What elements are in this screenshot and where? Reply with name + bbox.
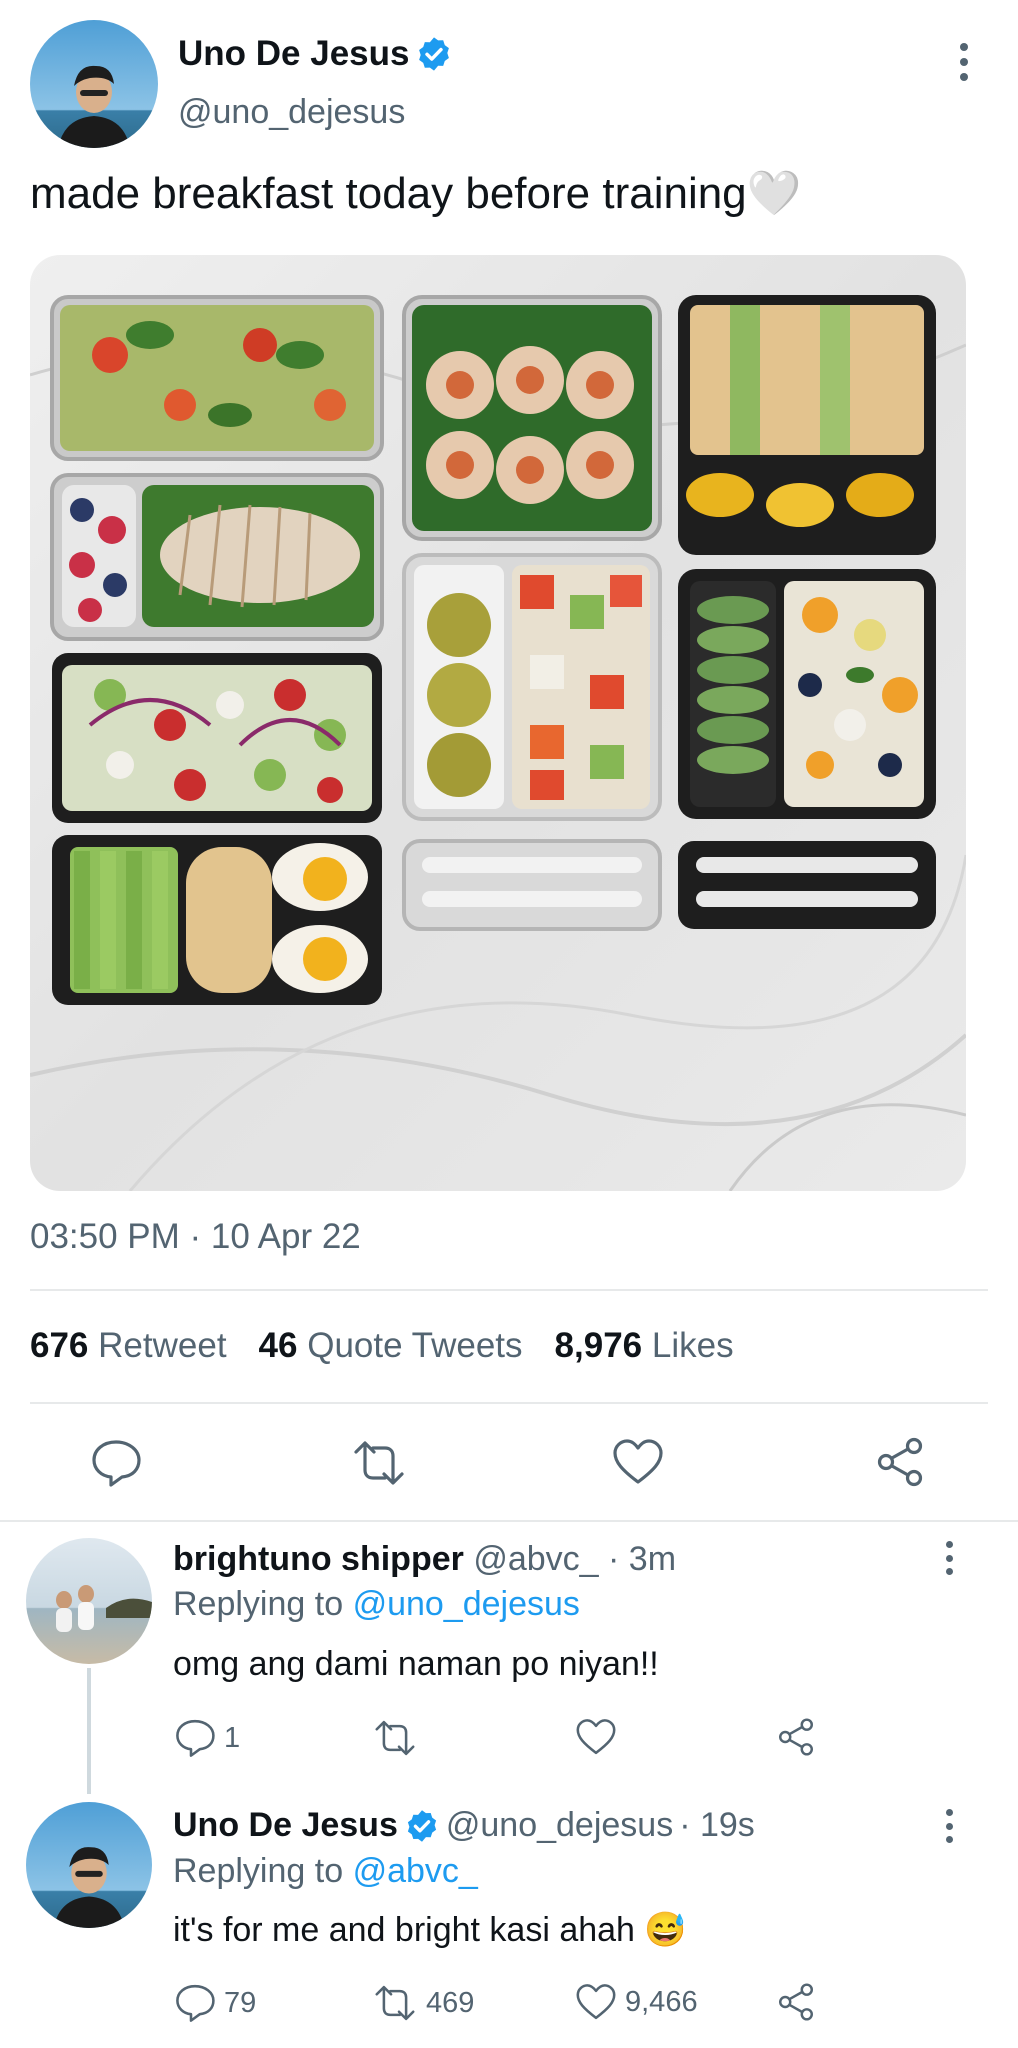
reply-icon bbox=[92, 1440, 141, 1487]
reply-like-button[interactable] bbox=[575, 1718, 625, 1756]
reply-button[interactable] bbox=[90, 1438, 142, 1488]
tweet-photo[interactable] bbox=[30, 255, 966, 1191]
reply-reply-button[interactable]: 79 bbox=[174, 1983, 256, 2023]
reply-text: it's for me and bright kasi ahah 😅 bbox=[173, 1911, 687, 1949]
reply-retweet-button[interactable] bbox=[372, 1718, 426, 1758]
heart-icon bbox=[576, 1984, 616, 2020]
author-name[interactable]: Uno De Jesus bbox=[178, 34, 409, 74]
reply-icon bbox=[176, 1984, 215, 2022]
reply-like-button[interactable]: 9,466 bbox=[575, 1983, 698, 2021]
share-icon bbox=[779, 1718, 813, 1756]
reply-text: omg ang dami naman po niyan!! bbox=[173, 1645, 659, 1683]
likes-stat[interactable]: 8,976 Likes bbox=[555, 1326, 734, 1366]
reply-share-button[interactable] bbox=[776, 1982, 816, 2022]
reply-time: · 19s bbox=[679, 1806, 755, 1844]
retweet-icon bbox=[354, 1441, 404, 1485]
replying-to-link[interactable]: @uno_dejesus bbox=[353, 1585, 580, 1623]
author-handle[interactable]: @uno_dejesus bbox=[178, 93, 405, 132]
reply-author-name[interactable]: Uno De Jesus bbox=[173, 1806, 398, 1845]
heart-icon bbox=[576, 1719, 616, 1755]
reply-more-options-icon[interactable] bbox=[945, 1809, 953, 1843]
tweet-text: made breakfast today before training🤍 bbox=[30, 169, 802, 218]
heart-icon bbox=[613, 1439, 663, 1484]
retweet-icon bbox=[375, 1720, 415, 1756]
replying-to-label: Replying to bbox=[173, 1585, 344, 1623]
white-heart-emoji: 🤍 bbox=[746, 169, 802, 218]
retweet-icon bbox=[375, 1985, 415, 2021]
quote-tweets-stat[interactable]: 46 Quote Tweets bbox=[259, 1326, 523, 1366]
section-divider bbox=[0, 1520, 1018, 1522]
retweet-button[interactable] bbox=[350, 1438, 408, 1488]
reply-author-name[interactable]: brightuno shipper bbox=[173, 1540, 464, 1578]
reply-reply-button[interactable]: 1 bbox=[174, 1718, 240, 1758]
like-button[interactable] bbox=[612, 1438, 664, 1486]
thread-line bbox=[87, 1668, 91, 1794]
share-icon bbox=[877, 1437, 923, 1487]
divider bbox=[30, 1402, 988, 1404]
reply-time: · 3m bbox=[608, 1540, 677, 1578]
reply-more-options-icon[interactable] bbox=[945, 1541, 953, 1575]
share-button[interactable] bbox=[874, 1436, 926, 1488]
share-icon bbox=[779, 1983, 813, 2021]
tweet-timestamp[interactable]: 03:50 PM · 10 Apr 22 bbox=[30, 1217, 361, 1257]
reply-author-handle[interactable]: @abvc_ bbox=[473, 1540, 598, 1578]
replying-to-link[interactable]: @abvc_ bbox=[353, 1852, 478, 1890]
divider bbox=[30, 1289, 988, 1291]
more-options-icon[interactable] bbox=[960, 43, 968, 81]
replying-to-label: Replying to bbox=[173, 1852, 344, 1890]
reply-avatar[interactable] bbox=[26, 1802, 152, 1928]
verified-badge-icon bbox=[407, 1809, 436, 1842]
reply-retweet-button[interactable]: 469 bbox=[372, 1983, 474, 2023]
author-avatar[interactable] bbox=[30, 20, 158, 148]
reply-icon bbox=[176, 1719, 215, 1757]
reply-avatar[interactable] bbox=[26, 1538, 152, 1664]
reply-author-handle[interactable]: @uno_dejesus bbox=[446, 1806, 673, 1845]
verified-badge-icon bbox=[419, 37, 450, 71]
reply-share-button[interactable] bbox=[776, 1717, 816, 1757]
tweet-stats: 676 Retweet 46 Quote Tweets 8,976 Likes bbox=[30, 1326, 734, 1366]
retweets-stat[interactable]: 676 Retweet bbox=[30, 1326, 227, 1366]
